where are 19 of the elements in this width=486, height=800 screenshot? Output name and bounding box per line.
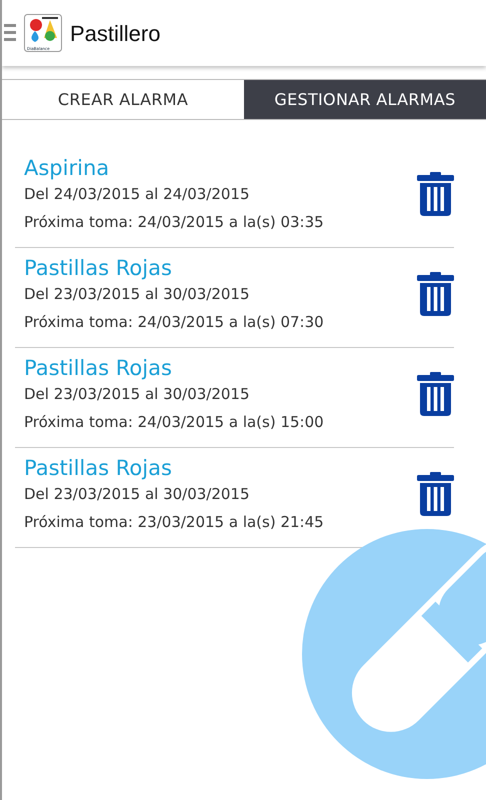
next-dose: Próxima toma: 24/03/2015 a la(s) 07:30 bbox=[24, 312, 324, 333]
next-dose: Próxima toma: 24/03/2015 a la(s) 15:00 bbox=[24, 412, 324, 433]
alarm-name: Pastillas Rojas bbox=[24, 456, 173, 482]
date-range: Del 23/03/2015 al 30/03/2015 bbox=[24, 384, 251, 406]
alarm-name: Pastillas Rojas bbox=[24, 356, 173, 382]
alarm-name: Aspirina bbox=[24, 156, 110, 182]
delete-button[interactable] bbox=[417, 172, 454, 216]
alarm-name: Pastillas Rojas bbox=[24, 256, 173, 282]
menu-icon[interactable] bbox=[4, 24, 16, 42]
delete-button[interactable] bbox=[417, 272, 454, 316]
app-title: Pastillero bbox=[70, 20, 160, 48]
delete-button[interactable] bbox=[417, 372, 454, 416]
delete-button[interactable] bbox=[417, 472, 454, 516]
date-range: Del 23/03/2015 al 30/03/2015 bbox=[24, 484, 251, 506]
date-range: Del 23/03/2015 al 30/03/2015 bbox=[24, 284, 251, 306]
next-dose: Próxima toma: 24/03/2015 a la(s) 03:35 bbox=[24, 212, 324, 233]
next-dose: Próxima toma: 23/03/2015 a la(s) 21:45 bbox=[24, 512, 324, 533]
date-range: Del 24/03/2015 al 24/03/2015 bbox=[24, 184, 251, 206]
tab[interactable]: GESTIONAR ALARMAS bbox=[244, 80, 486, 119]
